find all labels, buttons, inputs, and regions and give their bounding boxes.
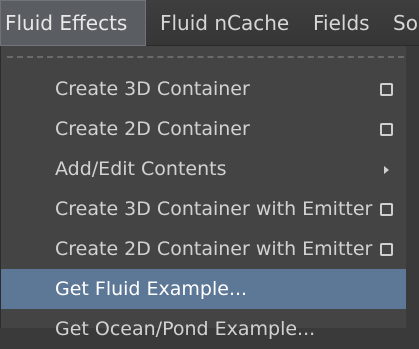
menu-item-label: Create 3D Container <box>55 78 250 100</box>
tear-off-line[interactable] <box>7 56 414 58</box>
menu-item-create-2d-container-with-emitter[interactable]: Create 2D Container with Emitter <box>1 229 407 269</box>
menu-item-label: Create 3D Container with Emitter <box>55 198 373 220</box>
fluid-effects-dropdown: Create 3D Container Create 2D Container … <box>0 46 419 340</box>
menu-fluid-ncache[interactable]: Fluid nCache <box>160 0 289 46</box>
menu-item-label: Create 2D Container <box>55 118 250 140</box>
submenu-arrow-icon <box>384 166 389 174</box>
menu-item-create-2d-container[interactable]: Create 2D Container <box>1 109 407 149</box>
option-box-icon[interactable] <box>380 83 393 96</box>
option-box-icon[interactable] <box>380 123 393 136</box>
menu-item-get-fluid-example[interactable]: Get Fluid Example... <box>1 269 407 309</box>
menu-bar: Fluid Effects Fluid nCache Fields So <box>0 0 419 46</box>
menu-fluid-effects[interactable]: Fluid Effects <box>0 0 146 46</box>
menu-item-label: Create 2D Container with Emitter <box>55 238 373 260</box>
menu-item-create-3d-container[interactable]: Create 3D Container <box>1 69 407 109</box>
background-edge <box>406 46 419 328</box>
menu-item-label: Get Fluid Example... <box>55 278 248 300</box>
menu-fields[interactable]: Fields <box>313 0 370 46</box>
menu-item-create-3d-container-with-emitter[interactable]: Create 3D Container with Emitter <box>1 189 407 229</box>
option-box-icon[interactable] <box>380 243 393 256</box>
menu-item-label: Add/Edit Contents <box>55 158 227 180</box>
option-box-icon[interactable] <box>380 203 393 216</box>
menu-item-label: Get Ocean/Pond Example... <box>55 318 316 340</box>
menu-item-get-ocean-pond-example[interactable]: Get Ocean/Pond Example... <box>1 309 407 349</box>
menu-so[interactable]: So <box>393 0 418 46</box>
menu-item-add-edit-contents[interactable]: Add/Edit Contents <box>1 149 407 189</box>
